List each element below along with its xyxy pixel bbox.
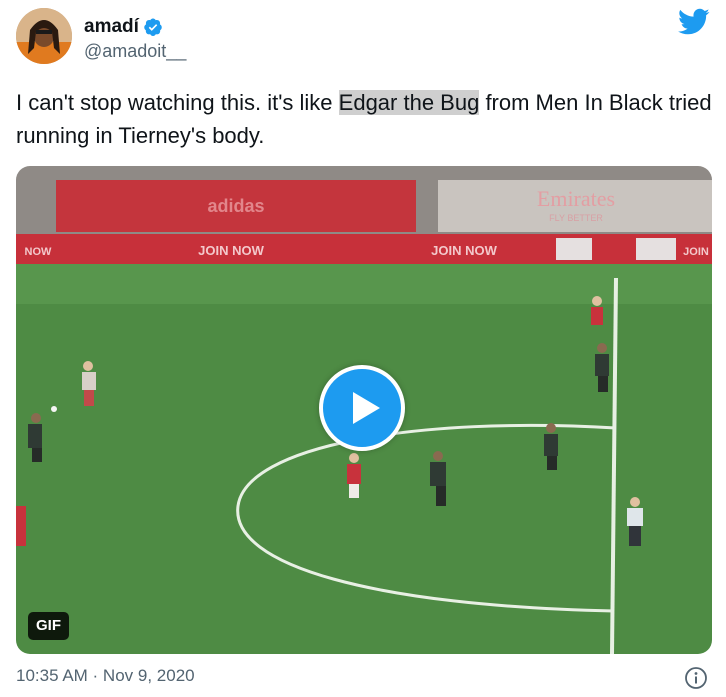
stand-tagline-text: FLY BETTER xyxy=(549,213,603,223)
ad-board-text-left: NOW xyxy=(25,246,53,258)
display-name-row: amadí xyxy=(84,16,186,38)
timestamp[interactable]: 10:35 AM · Nov 9, 2020 xyxy=(16,666,195,685)
tweet-text: I can't stop watching this. it's like Ed… xyxy=(16,86,716,152)
pitch-grass xyxy=(16,264,712,654)
display-name[interactable]: amadí xyxy=(84,16,139,38)
ad-board-text-2: JOIN NOW xyxy=(431,243,497,258)
pitch-stripe xyxy=(16,264,712,304)
stand-sponsor-text: Emirates xyxy=(537,186,615,211)
stand-brand-text: adidas xyxy=(207,196,264,216)
play-button[interactable] xyxy=(319,365,405,451)
verified-badge-icon xyxy=(144,18,162,36)
tweet-text-highlight: Edgar the Bug xyxy=(338,90,480,115)
player-red xyxy=(591,296,603,325)
tweet-footer: 10:35 AM · Nov 9, 2020 xyxy=(16,666,710,690)
gif-media[interactable]: adidas Emirates FLY BETTER NOW JOIN NOW … xyxy=(16,166,712,654)
football xyxy=(51,406,57,412)
tweet-text-start: I can't stop watching this. it's like xyxy=(16,90,339,115)
ad-board-text-3: JOIN xyxy=(683,246,709,258)
play-icon xyxy=(353,392,380,424)
ad-board-text-1: JOIN NOW xyxy=(198,243,264,258)
tweet-header: amadí @amadoit__ xyxy=(16,8,710,68)
twitter-bird-icon[interactable] xyxy=(678,8,710,36)
avatar[interactable] xyxy=(16,8,72,64)
player-red xyxy=(16,506,26,546)
author-names: amadí @amadoit__ xyxy=(84,16,186,62)
ad-board-logo xyxy=(556,238,592,260)
gif-badge: GIF xyxy=(28,612,69,640)
avatar-image xyxy=(16,8,72,64)
info-icon[interactable] xyxy=(684,666,708,690)
ad-board xyxy=(16,234,712,264)
ad-board-logo xyxy=(636,238,676,260)
handle[interactable]: @amadoit__ xyxy=(84,41,186,62)
